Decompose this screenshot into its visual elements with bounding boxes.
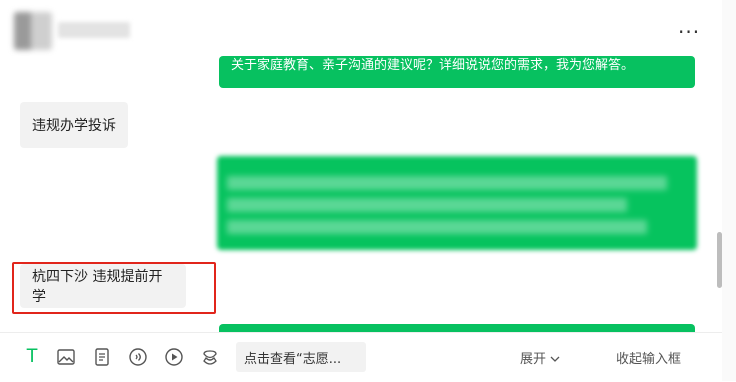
user-message: 杭四下沙 违规提前开学 bbox=[20, 264, 186, 308]
watermark-logo bbox=[672, 330, 722, 370]
input-toolbar: T 点击查看“志愿... 展开 收起输入框 bbox=[0, 332, 722, 382]
video-icon[interactable] bbox=[164, 347, 184, 367]
assistant-message-partial bbox=[219, 324, 695, 332]
chat-header: ··· bbox=[0, 0, 722, 62]
message-list[interactable]: 关于家庭教育、亲子沟通的建议呢？详细说说您的需求，我为您解答。 违规办学投诉 杭… bbox=[0, 56, 722, 332]
scrollbar-thumb[interactable] bbox=[717, 232, 722, 288]
scrollbar-track[interactable] bbox=[722, 0, 736, 381]
user-message: 违规办学投诉 bbox=[20, 102, 128, 148]
contact-name-redacted bbox=[58, 22, 130, 38]
assistant-message-redacted bbox=[217, 156, 697, 250]
avatar[interactable] bbox=[14, 12, 52, 50]
text-format-icon[interactable]: T bbox=[22, 346, 42, 367]
mini-program-icon[interactable] bbox=[200, 347, 220, 367]
image-icon[interactable] bbox=[56, 347, 76, 367]
voice-icon[interactable] bbox=[128, 347, 148, 367]
document-icon[interactable] bbox=[92, 347, 112, 367]
chevron-down-icon bbox=[550, 352, 560, 367]
expand-label: 展开 bbox=[520, 352, 547, 367]
user-message-text: 杭四下沙 违规提前开学 bbox=[32, 269, 163, 305]
more-options-icon[interactable]: ··· bbox=[678, 20, 700, 44]
assistant-message-text: 关于家庭教育、亲子沟通的建议呢？详细说说您的需求，我为您解答。 bbox=[231, 58, 635, 73]
expand-button[interactable]: 展开 bbox=[520, 348, 560, 367]
assistant-message-partial: 关于家庭教育、亲子沟通的建议呢？详细说说您的需求，我为您解答。 bbox=[219, 56, 695, 88]
quick-question-text: 点击查看“志愿... bbox=[244, 351, 342, 367]
quick-question-chip[interactable]: 点击查看“志愿... bbox=[236, 342, 366, 372]
user-message-text: 违规办学投诉 bbox=[32, 118, 116, 134]
